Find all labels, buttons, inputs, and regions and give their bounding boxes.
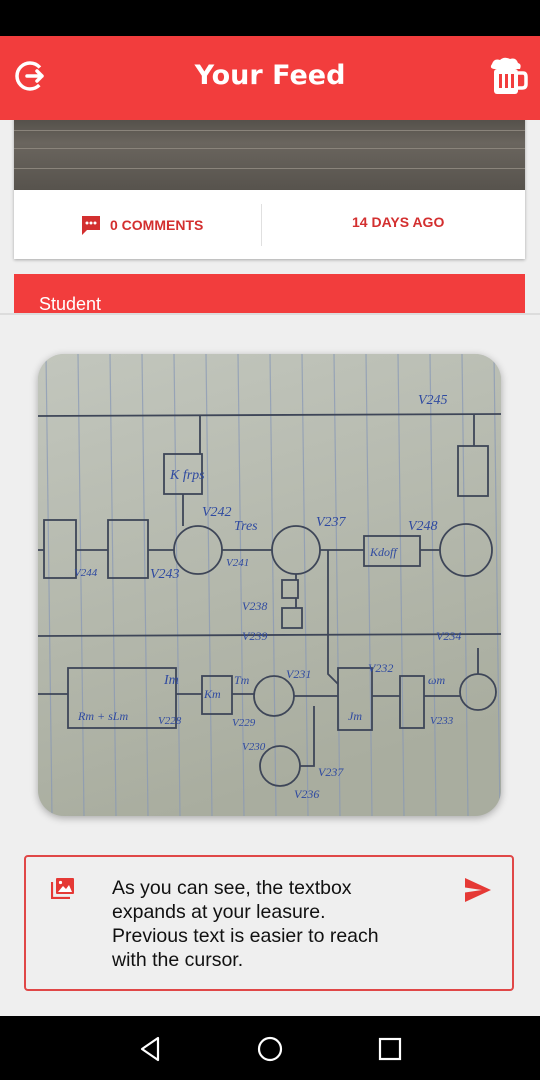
svg-text:V229: V229 bbox=[232, 717, 256, 729]
feed-post-card[interactable]: 0 COMMENTS 14 DAYS AGO bbox=[14, 120, 525, 259]
svg-text:K frps: K frps bbox=[169, 468, 205, 483]
send-icon[interactable] bbox=[464, 877, 492, 903]
page-title: Your Feed bbox=[194, 60, 346, 91]
svg-text:Im: Im bbox=[163, 673, 179, 688]
beer-mug-icon[interactable] bbox=[486, 56, 528, 96]
divider bbox=[0, 313, 540, 315]
message-input[interactable]: As you can see, the textbox expands at y… bbox=[112, 876, 422, 972]
svg-text:V236: V236 bbox=[294, 787, 319, 801]
divider bbox=[261, 204, 262, 246]
svg-text:V238: V238 bbox=[242, 599, 267, 613]
back-icon[interactable] bbox=[136, 1034, 166, 1064]
comments-button[interactable]: 0 COMMENTS bbox=[80, 214, 203, 236]
system-nav-bar bbox=[0, 1016, 540, 1080]
svg-text:V230: V230 bbox=[242, 741, 266, 753]
comment-icon bbox=[82, 216, 100, 235]
svg-text:Rm + sLm: Rm + sLm bbox=[77, 709, 128, 723]
svg-text:V228: V228 bbox=[158, 715, 182, 727]
svg-text:Jm: Jm bbox=[348, 709, 362, 723]
image-preview[interactable]: V245 K frps V242 Tres V237 V248 V244 V24… bbox=[38, 354, 501, 816]
message-composer[interactable]: As you can see, the textbox expands at y… bbox=[24, 855, 514, 991]
home-icon[interactable] bbox=[255, 1034, 285, 1064]
svg-text:V244: V244 bbox=[74, 567, 98, 579]
recents-icon[interactable] bbox=[375, 1034, 405, 1064]
comments-count: 0 COMMENTS bbox=[110, 217, 204, 233]
svg-text:Km: Km bbox=[203, 687, 221, 701]
app-bar: Your Feed bbox=[0, 36, 540, 120]
svg-text:V248: V248 bbox=[408, 519, 438, 534]
post-actions: 0 COMMENTS 14 DAYS AGO bbox=[14, 190, 525, 259]
svg-text:Tm: Tm bbox=[234, 673, 250, 687]
status-bar bbox=[0, 0, 540, 36]
svg-text:V237: V237 bbox=[316, 515, 347, 530]
svg-text:V237: V237 bbox=[318, 765, 344, 779]
svg-text:V241: V241 bbox=[226, 557, 249, 569]
feed-post-card[interactable]: Student bbox=[14, 274, 525, 314]
image-icon[interactable] bbox=[51, 877, 75, 899]
post-image[interactable] bbox=[14, 120, 525, 190]
svg-text:V243: V243 bbox=[150, 567, 180, 582]
post-author: Student bbox=[39, 294, 102, 314]
svg-text:V239: V239 bbox=[242, 629, 267, 643]
svg-text:ωm: ωm bbox=[428, 673, 445, 687]
svg-text:V245: V245 bbox=[418, 393, 448, 408]
post-age: 14 DAYS AGO bbox=[352, 214, 445, 230]
svg-text:V242: V242 bbox=[202, 505, 232, 520]
svg-text:V233: V233 bbox=[430, 715, 454, 727]
svg-text:Kdoff: Kdoff bbox=[369, 545, 398, 559]
svg-text:Tres: Tres bbox=[234, 519, 258, 534]
feed-list[interactable]: 0 COMMENTS 14 DAYS AGO Student bbox=[0, 120, 540, 314]
svg-text:V234: V234 bbox=[436, 629, 461, 643]
svg-text:V232: V232 bbox=[368, 661, 393, 675]
svg-text:V231: V231 bbox=[286, 667, 311, 681]
